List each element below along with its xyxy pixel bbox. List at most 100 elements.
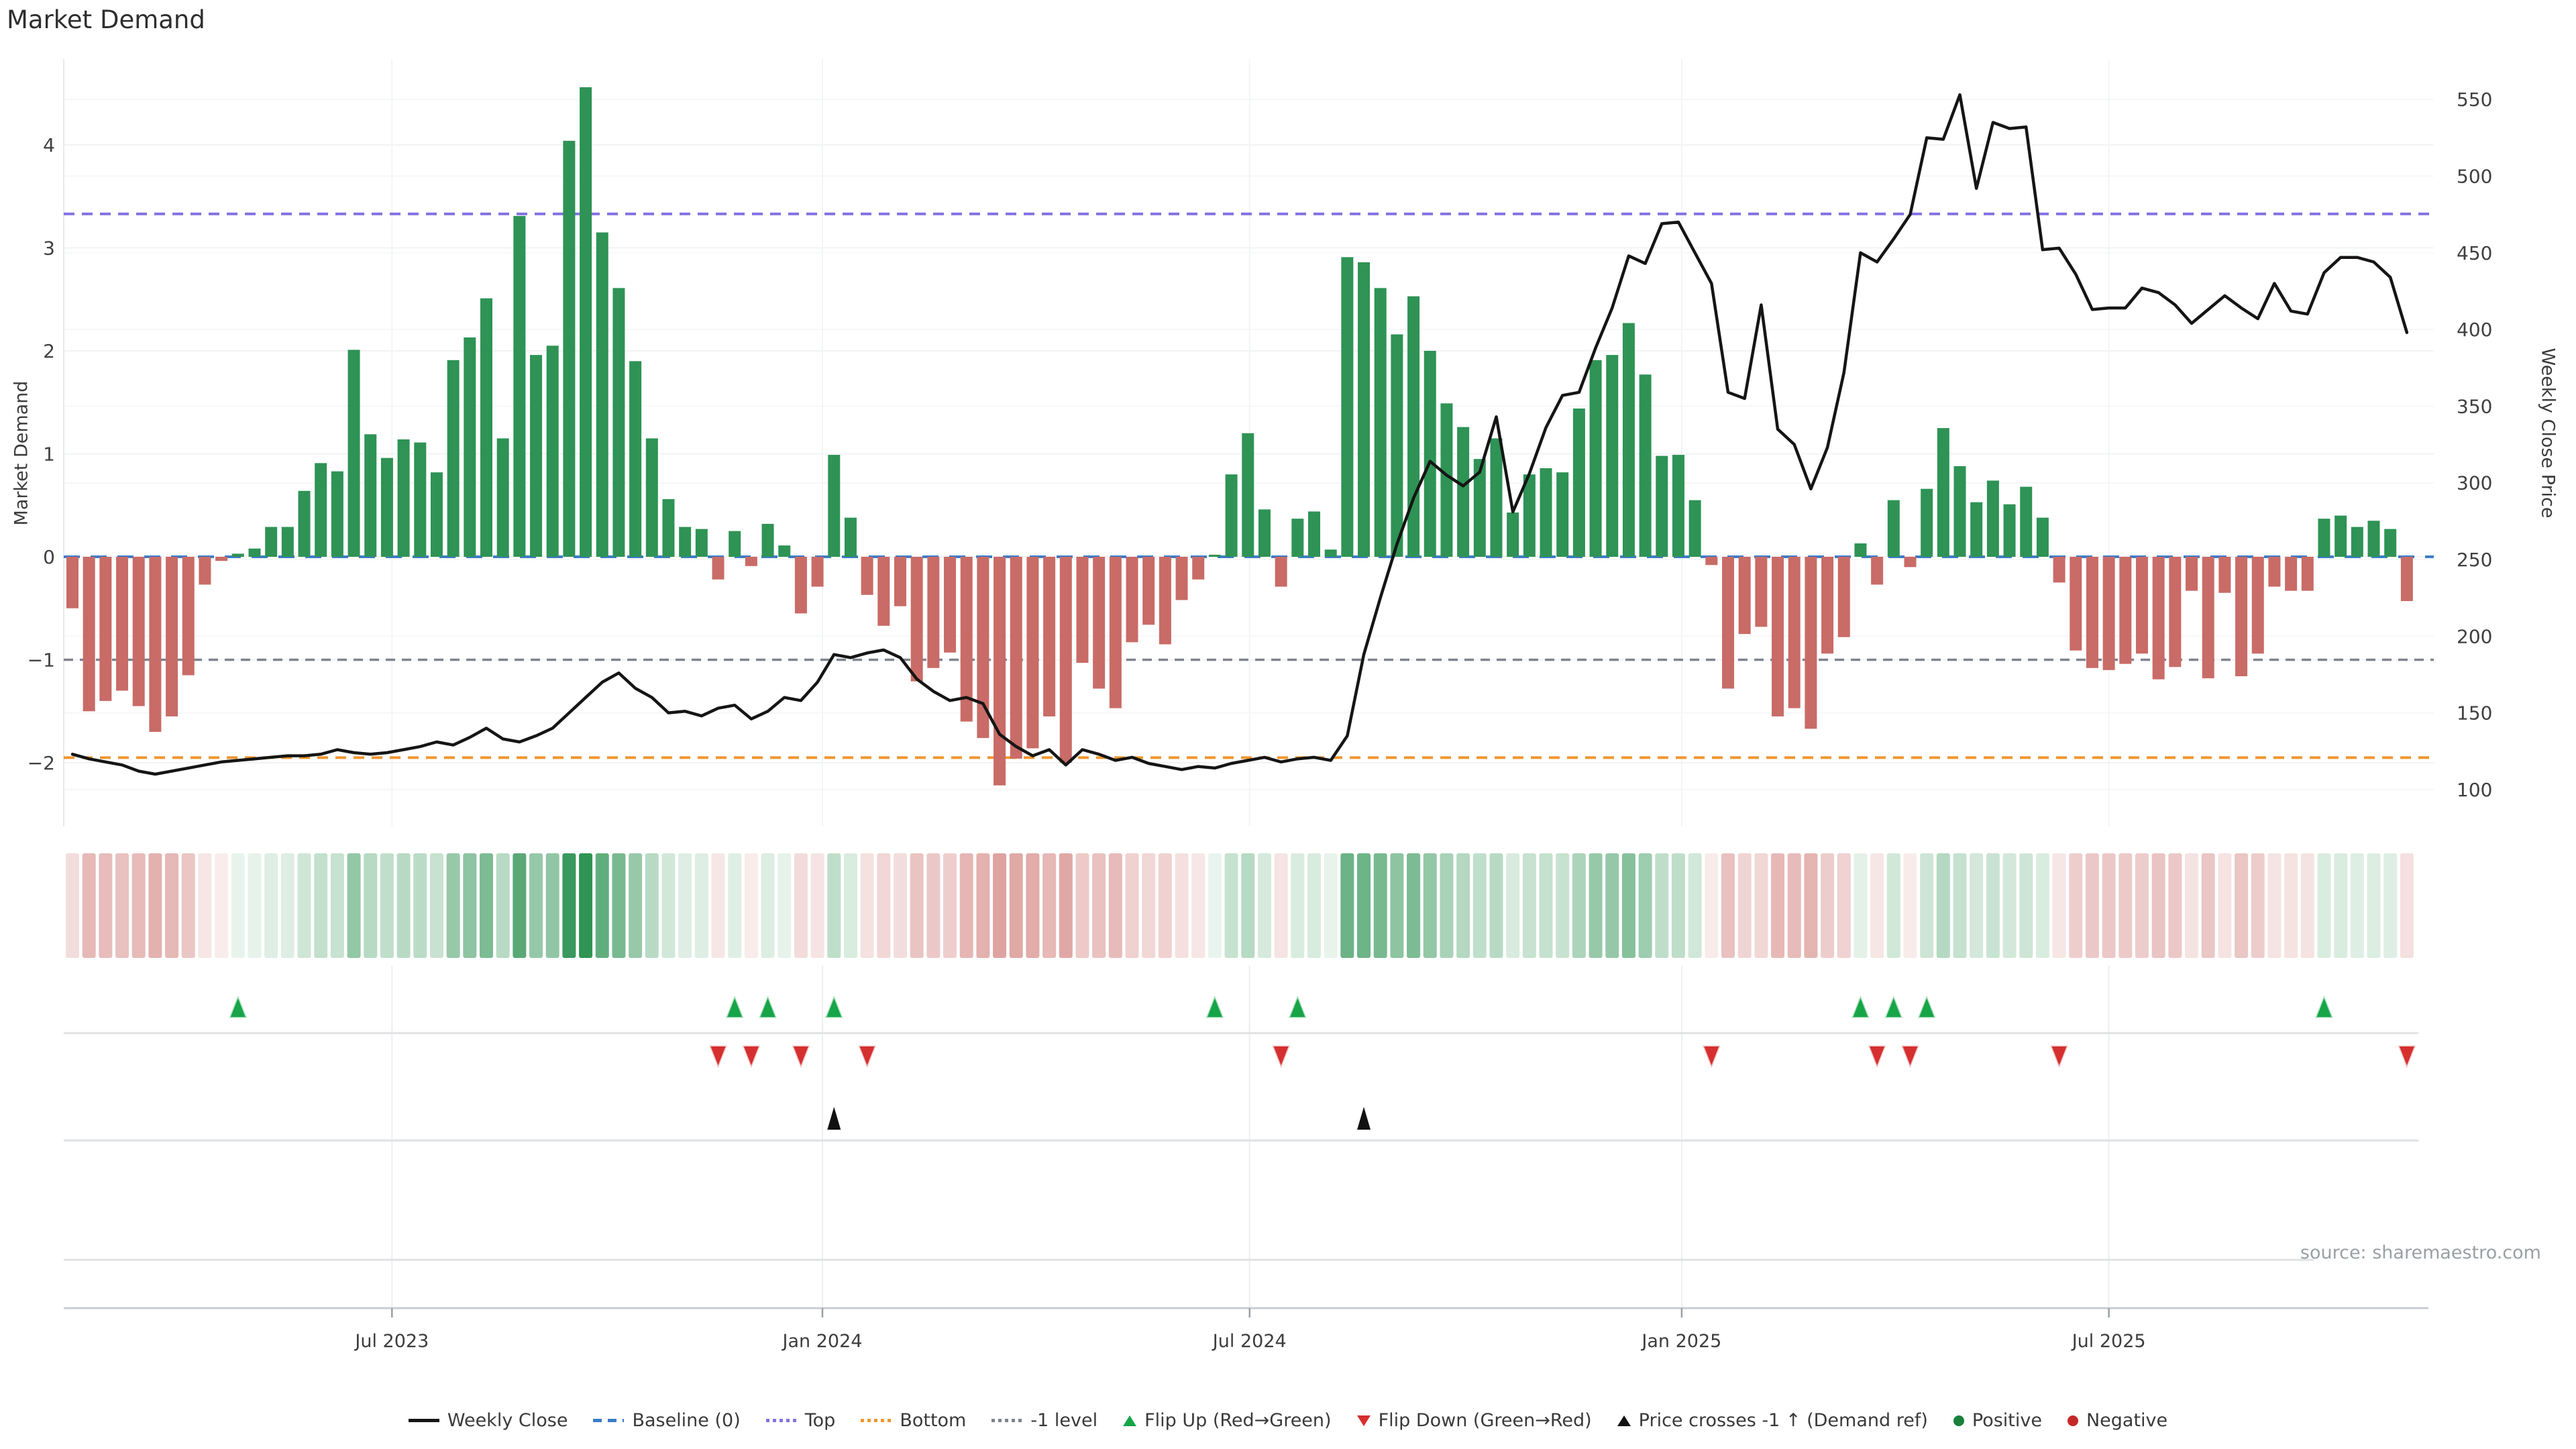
heatmap-cell <box>2251 853 2265 958</box>
heatmap-cell <box>1424 853 1437 958</box>
heatmap-cell <box>811 853 824 958</box>
dots-icon <box>991 1419 1022 1422</box>
heatmap-cell <box>331 853 344 958</box>
demand-bar <box>861 557 873 595</box>
demand-bar <box>348 350 360 557</box>
demand-bar <box>2153 557 2165 680</box>
legend-label: Weekly Close <box>447 1410 568 1431</box>
demand-bar <box>580 87 592 557</box>
heatmap-cell <box>347 853 361 958</box>
source-credit: source: sharemaestro.com <box>2300 1242 2541 1263</box>
heatmap-cell <box>1374 853 1387 958</box>
heatmap-cell <box>1010 853 1023 958</box>
heatmap-cell <box>1771 853 1784 958</box>
heatmap-cell <box>2019 853 2033 958</box>
legend-label: Top <box>805 1410 836 1431</box>
flip-down-marker <box>2400 1046 2414 1065</box>
heatmap-cell <box>115 853 129 958</box>
demand-bar <box>1987 480 1999 557</box>
heatmap-cell <box>844 853 857 958</box>
demand-bar <box>1026 557 1038 749</box>
heatmap-cell <box>1075 853 1089 958</box>
heatmap-cell <box>248 853 261 958</box>
flip-down-marker <box>2052 1046 2067 1065</box>
flip-up-marker <box>1208 998 1222 1017</box>
demand-bar <box>1606 355 1618 557</box>
demand-bar <box>2070 557 2082 651</box>
heatmap-cell <box>430 853 443 958</box>
heatmap-cell <box>1556 853 1569 958</box>
demand-bar <box>894 557 906 606</box>
line-swatch-icon <box>409 1419 439 1422</box>
demand-bar <box>1043 557 1055 716</box>
right-axis-tick: 250 <box>2457 549 2492 571</box>
legend-label: Bottom <box>900 1410 966 1431</box>
heatmap-cell <box>1788 853 1801 958</box>
heatmap-cell <box>1225 853 1238 958</box>
heatmap-cell <box>943 853 957 958</box>
heatmap-cell <box>1175 853 1189 958</box>
heatmap-cell <box>1142 853 1155 958</box>
heatmap-cell <box>1191 853 1205 958</box>
demand-bar <box>1656 456 1668 557</box>
demand-bar <box>447 360 460 557</box>
demand-bar <box>1424 351 1436 557</box>
flip-down-marker <box>1274 1046 1289 1065</box>
demand-bar <box>1772 557 1784 716</box>
x-axis-label: Jan 2024 <box>782 1331 863 1352</box>
heatmap-cell <box>1440 853 1453 958</box>
heatmap-cell <box>397 853 411 958</box>
demand-bar <box>315 463 327 557</box>
heatmap-cell <box>380 853 394 958</box>
heatmap-cell <box>1854 853 1867 958</box>
demand-bar <box>83 557 95 711</box>
chart-figure: Market Demand Market Demand Weekly Close… <box>0 0 2576 1449</box>
heatmap-cell <box>1986 853 2000 958</box>
heatmap-cell <box>2351 853 2364 958</box>
demand-bar <box>828 455 840 557</box>
demand-bar <box>149 557 161 732</box>
demand-bar <box>414 443 426 557</box>
demand-bar <box>563 141 575 557</box>
demand-bar <box>2202 557 2214 678</box>
demand-bar <box>1291 519 1303 557</box>
heatmap-cell <box>2400 853 2414 958</box>
tri-up-icon <box>1123 1415 1136 1426</box>
legend-label: Negative <box>2086 1410 2167 1431</box>
demand-bar <box>2384 529 2396 557</box>
dots-icon <box>766 1419 797 1422</box>
demand-bar <box>1010 557 1022 759</box>
heatmap-cell <box>910 853 924 958</box>
demand-bar <box>1407 297 1419 557</box>
heatmap-cell <box>1688 853 1702 958</box>
x-axis-label: Jul 2025 <box>2071 1331 2146 1352</box>
demand-bar <box>1176 557 1188 600</box>
heatmap-cell <box>2069 853 2082 958</box>
heatmap-cell <box>993 853 1006 958</box>
heatmap-cell <box>2367 853 2381 958</box>
price-cross-marker <box>1357 1107 1371 1130</box>
demand-bar <box>1705 557 1717 565</box>
demand-bar <box>712 557 724 580</box>
demand-bar <box>1308 511 1320 557</box>
heatmap-cell <box>1754 853 1768 958</box>
heatmap-cell <box>612 853 625 958</box>
demand-bar <box>547 345 559 557</box>
dot-icon <box>2068 1415 2078 1426</box>
demand-bar <box>265 527 277 557</box>
heatmap-cell <box>314 853 327 958</box>
demand-bar <box>1854 543 1866 557</box>
legend-item-dot-9: Negative <box>2068 1410 2167 1431</box>
heatmap-cell <box>562 853 576 958</box>
chart-canvas: 43210−1−2550500450400350300250200150100J… <box>0 0 2576 1449</box>
demand-bar <box>199 557 211 584</box>
demand-bar <box>2037 518 2049 557</box>
demand-bar <box>1623 323 1635 557</box>
demand-bar <box>1540 468 1552 557</box>
heatmap-cell <box>99 853 112 958</box>
heatmap-cell <box>1937 853 1950 958</box>
heatmap-cell <box>2152 853 2165 958</box>
demand-bar <box>2004 504 2016 557</box>
demand-bar <box>1258 509 1271 557</box>
left-axis-tick: −1 <box>28 649 55 672</box>
